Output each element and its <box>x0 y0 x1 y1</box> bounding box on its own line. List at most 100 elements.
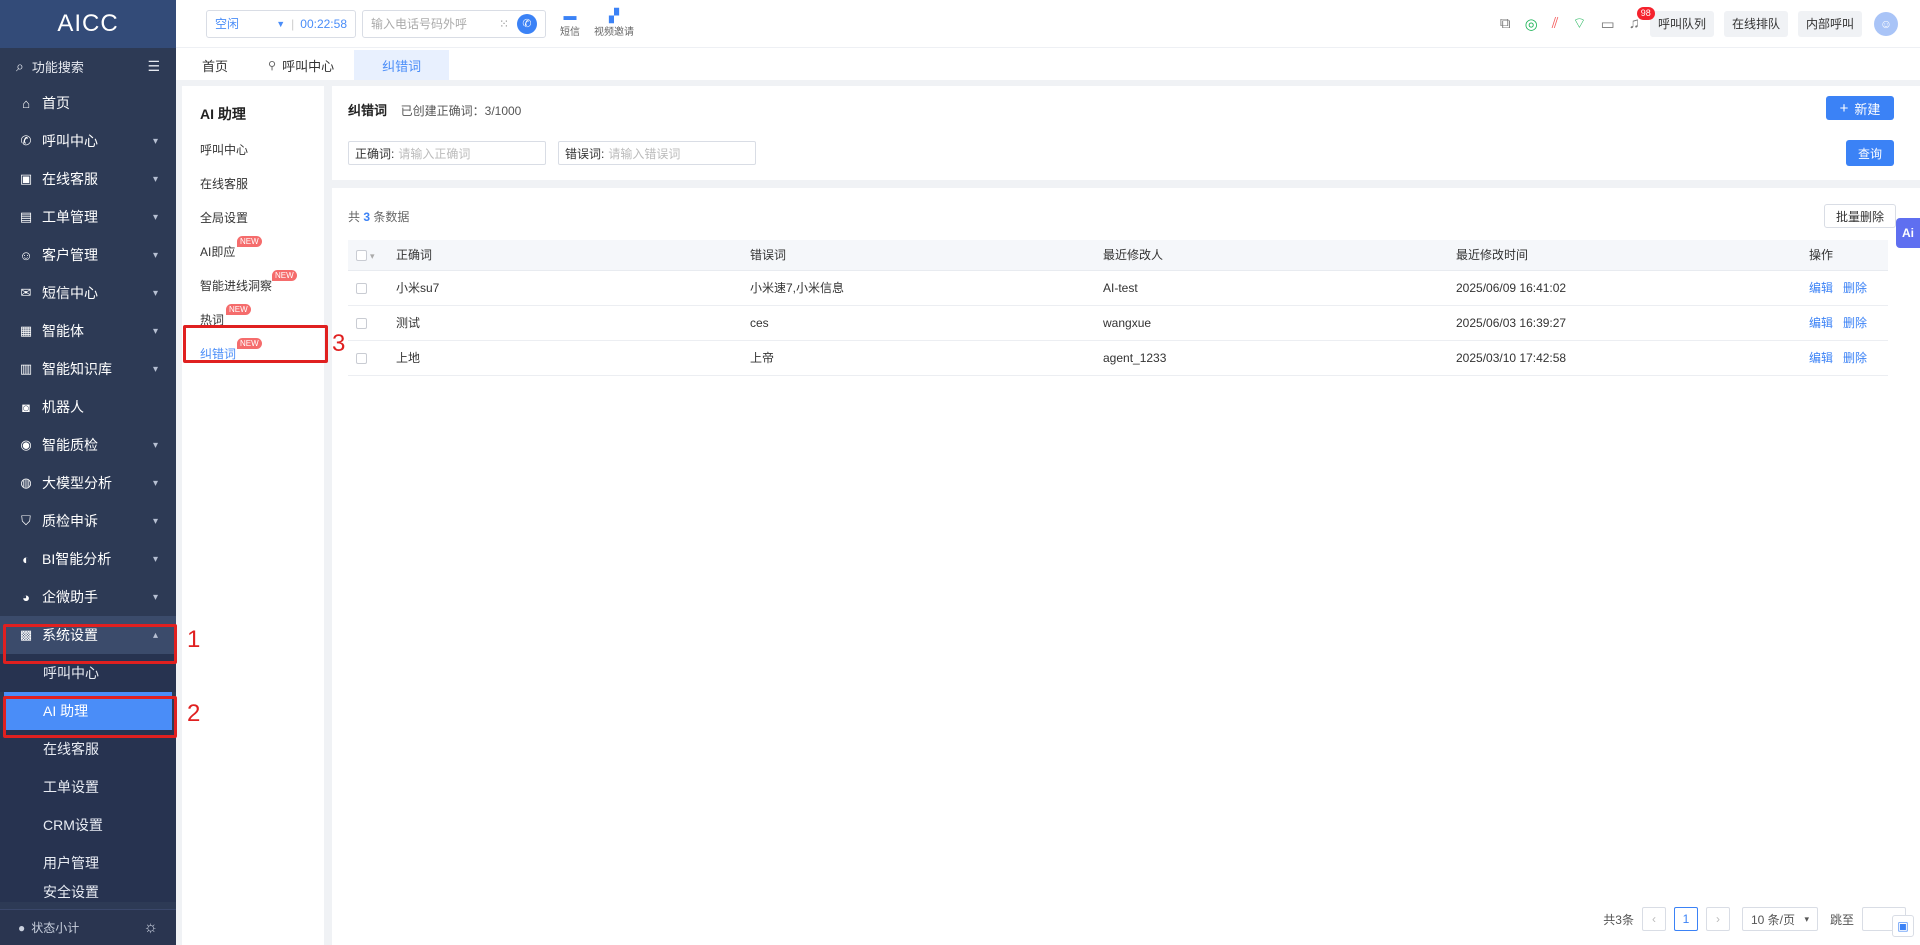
dial-input[interactable]: 输入电话号码外呼 ⁙ ✆ <box>362 9 546 38</box>
tab-correction-words[interactable]: 纠错词 <box>354 50 450 80</box>
correct-word-field[interactable]: 正确词: 请输入正确词 <box>348 141 546 165</box>
correction-words-table: ▾ 正确词 错误词 最近修改人 最近修改时间 操作 小米su7 小米速7,小米信… <box>348 240 1888 376</box>
submenu-item-label: 在线客服 <box>200 176 249 191</box>
sidebar-item-label: 呼叫中心 <box>42 133 98 149</box>
sidebar-item-inspection[interactable]: ◉ 智能质检 ▾ <box>0 426 176 464</box>
submenu-item-label: 智能进线洞察 <box>200 278 273 293</box>
sidebar-item-customer[interactable]: ☺ 客户管理 ▾ <box>0 236 176 274</box>
select-all-checkbox[interactable] <box>356 250 367 262</box>
agent-status-value: 空闲 <box>215 17 240 31</box>
calendar-icon[interactable]: ▭ <box>1601 15 1615 33</box>
pin-icon[interactable]: ⚲ <box>268 59 276 72</box>
headset-icon[interactable]: ◎ <box>1525 15 1538 33</box>
sidebar-item-label: 在线客服 <box>42 171 98 187</box>
submenu-item-call-center[interactable]: 呼叫中心 <box>182 132 324 166</box>
delete-link[interactable]: 删除 <box>1843 316 1867 330</box>
row-checkbox[interactable] <box>356 282 367 294</box>
home-icon: ⌂ <box>22 95 30 111</box>
bell-icon[interactable]: ♫ 98 <box>1629 7 1655 32</box>
sms-tool-button[interactable]: ▬ 短信 <box>560 9 580 39</box>
bulk-delete-button[interactable]: 批量删除 <box>1824 204 1896 228</box>
chevron-down-icon[interactable]: ▾ <box>370 251 375 261</box>
keypad-icon[interactable]: ⁙ <box>499 17 509 31</box>
submenu-item-ai-instant[interactable]: AI即应 NEW <box>182 234 324 268</box>
delete-link[interactable]: 删除 <box>1843 351 1867 365</box>
sidebar-subitem-security[interactable]: 安全设置 <box>0 882 176 902</box>
sidebar-item-label: 智能知识库 <box>42 361 112 377</box>
cell-modified-time: 2025/03/10 17:42:58 <box>1456 340 1809 376</box>
submenu-item-global-settings[interactable]: 全局设置 <box>182 200 324 234</box>
library-icon: ▥ <box>19 361 33 376</box>
wifi-icon[interactable]: ⌔ <box>1572 14 1586 33</box>
edit-link[interactable]: 编辑 <box>1809 281 1833 295</box>
pagination-total: 共3条 <box>1603 912 1634 927</box>
prev-page-button[interactable]: ‹ <box>1641 907 1666 931</box>
sidebar-item-ticket[interactable]: ▤ 工单管理 ▾ <box>0 198 176 236</box>
user-icon: ☺ <box>1879 16 1893 31</box>
annotation-number-1: 1 <box>187 626 201 653</box>
wrong-word-label: 错误词: <box>565 146 605 161</box>
monitor-icon[interactable]: ⧉ <box>1500 15 1511 32</box>
page-size-select[interactable]: 10 条/页 ▾ <box>1741 907 1818 931</box>
internal-call-button[interactable]: 内部呼叫 <box>1797 10 1862 37</box>
sun-icon[interactable]: ☼ <box>143 919 158 937</box>
submenu-item-online-service[interactable]: 在线客服 <box>182 166 324 200</box>
avatar[interactable]: ☺ <box>1874 11 1898 36</box>
sidebar-item-label: 智能质检 <box>42 437 98 453</box>
sidebar-subitem-crm-settings[interactable]: CRM设置 <box>0 806 176 844</box>
signal-off-icon[interactable]: ⫽ <box>1552 15 1559 32</box>
tab-home[interactable]: 首页 <box>182 50 248 80</box>
column-correct-word: 正确词 <box>396 240 750 271</box>
sidebar-item-sms[interactable]: ✉ 短信中心 ▾ <box>0 274 176 312</box>
sidebar-item-agent[interactable]: ▦ 智能体 ▾ <box>0 312 176 350</box>
sidebar-item-label: 短信中心 <box>42 285 98 301</box>
notebook-icon[interactable]: ▣ <box>1892 915 1914 937</box>
sidebar-item-online-service[interactable]: ▣ 在线客服 ▾ <box>0 160 176 198</box>
edit-link[interactable]: 编辑 <box>1809 316 1833 330</box>
function-search-label: 功能搜索 <box>31 59 84 75</box>
table-row: 上地 上帝 agent_1233 2025/03/10 17:42:58 编辑删… <box>348 340 1888 376</box>
column-modified-time: 最近修改时间 <box>1456 240 1809 271</box>
video-invite-label: 视频邀请 <box>594 27 634 38</box>
status-dot-icon: ● <box>18 920 26 935</box>
query-button[interactable]: 查询 <box>1846 140 1894 166</box>
sidebar-item-home[interactable]: ⌂ 首页 <box>0 84 176 122</box>
chevron-down-icon: ▼ <box>276 18 286 29</box>
new-button[interactable]: + 新建 <box>1826 96 1894 120</box>
video-invite-button[interactable]: ▞ 视频邀请 <box>594 9 634 39</box>
row-checkbox[interactable] <box>356 317 367 329</box>
delete-link[interactable]: 删除 <box>1843 281 1867 295</box>
cell-actions: 编辑 删除 <box>1809 270 1888 306</box>
tab-call-center[interactable]: ⚲ 呼叫中心 <box>248 50 354 80</box>
sidebar-item-call-center[interactable]: ✆ 呼叫中心 ▾ <box>0 122 176 160</box>
online-queue-button[interactable]: 在线排队 <box>1723 10 1788 37</box>
page-title-text: 纠错词 <box>348 103 388 118</box>
collapse-menu-icon[interactable]: ☰ <box>147 58 160 75</box>
sidebar-item-appeal[interactable]: ⛉ 质检申诉 ▾ <box>0 502 176 540</box>
ai-assistant-float-button[interactable]: Ai <box>1896 218 1920 248</box>
submenu-item-inbound-insight[interactable]: 智能进线洞察 NEW <box>182 268 324 302</box>
call-button[interactable]: ✆ <box>517 13 537 34</box>
sidebar-subitem-user-management[interactable]: 用户管理 <box>0 844 176 882</box>
row-checkbox[interactable] <box>356 352 367 364</box>
sidebar-item-bi[interactable]: ◐ BI智能分析 ▾ <box>0 540 176 578</box>
edit-link[interactable]: 编辑 <box>1809 351 1833 365</box>
sidebar-item-model-analysis[interactable]: ◍ 大模型分析 ▾ <box>0 464 176 502</box>
annotation-box-3 <box>183 325 328 363</box>
robot-icon: ◙ <box>22 399 30 415</box>
function-search[interactable]: ⌕ 功能搜索 ☰ <box>0 48 176 84</box>
next-page-button[interactable]: › <box>1705 907 1730 931</box>
sidebar-subitem-ticket-settings[interactable]: 工单设置 <box>0 768 176 806</box>
call-queue-button[interactable]: 呼叫队列 <box>1649 10 1714 37</box>
status-summary[interactable]: ● 状态小计 ☼ <box>0 909 176 945</box>
sidebar-item-wecom[interactable]: ◕ 企微助手 ▾ <box>0 578 176 616</box>
page-number-button[interactable]: 1 <box>1673 907 1698 931</box>
sidebar-item-knowledge[interactable]: ▥ 智能知识库 ▾ <box>0 350 176 388</box>
correct-word-label: 正确词: <box>355 146 395 161</box>
chevron-right-icon: › <box>1715 912 1720 926</box>
clipboard-icon: ▤ <box>19 209 33 224</box>
sidebar-item-robot[interactable]: ◙ 机器人 <box>0 388 176 426</box>
wrong-word-field[interactable]: 错误词: 请输入错误词 <box>558 141 756 165</box>
cell-correct-word: 上地 <box>396 340 750 376</box>
agent-status-select[interactable]: 空闲 ▼ | 00:22:58 <box>206 9 356 38</box>
